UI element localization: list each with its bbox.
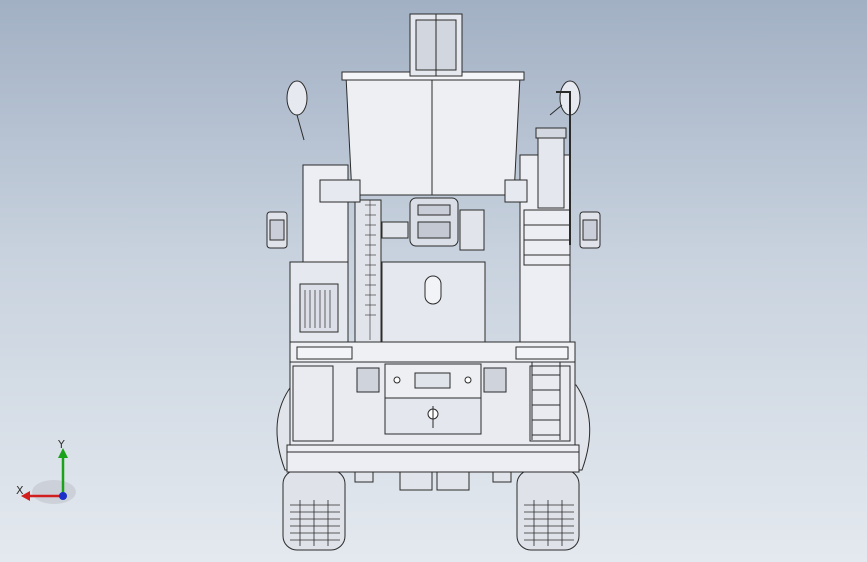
- left-tire: [282, 469, 346, 551]
- left-mirror: [286, 80, 308, 116]
- truck-model: [266, 13, 601, 551]
- front-bumper: [286, 444, 580, 473]
- z-axis-icon: [59, 492, 67, 500]
- right-warning-label: [483, 367, 507, 393]
- display-screen: [414, 372, 451, 389]
- right-tire: [516, 469, 580, 551]
- left-warning-label: [356, 367, 380, 393]
- engine-hatch: [424, 275, 442, 305]
- y-axis-label: Y: [57, 440, 65, 451]
- axis-triad: X Y: [16, 440, 76, 504]
- hose-reel: [299, 283, 339, 333]
- mixer-drum: [345, 75, 521, 196]
- cad-viewport[interactable]: [0, 0, 867, 562]
- x-axis-label: X: [16, 484, 24, 497]
- right-tank: [537, 127, 565, 209]
- triad-disc: [32, 480, 76, 504]
